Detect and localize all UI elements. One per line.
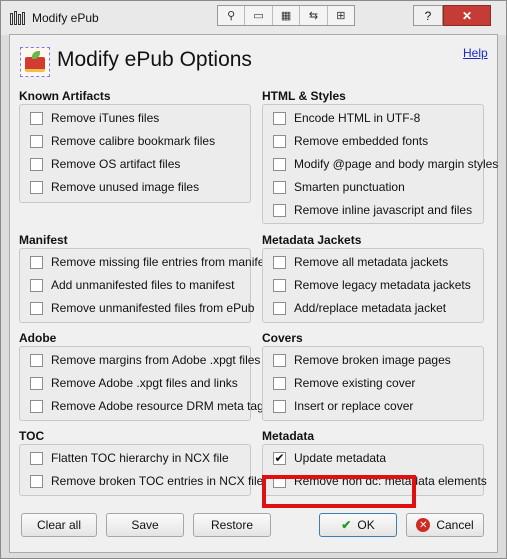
option-remove-os-artifact-files[interactable]: Remove OS artifact files — [30, 155, 180, 173]
checkbox-checked[interactable]: ✔ — [273, 451, 286, 465]
checkbox[interactable] — [30, 399, 43, 413]
checkbox[interactable] — [273, 278, 286, 292]
option-update-metadata[interactable]: ✔ Update metadata — [273, 449, 386, 467]
window-title: Modify ePub — [32, 11, 99, 25]
option-encode-html-utf8[interactable]: Encode HTML in UTF-8 — [273, 109, 420, 127]
layout-icon[interactable]: ⊞ — [328, 6, 354, 25]
section-html-styles-title: HTML & Styles — [262, 89, 346, 103]
option-remove-embedded-fonts[interactable]: Remove embedded fonts — [273, 132, 428, 150]
ok-button[interactable]: ✔ OK — [319, 513, 397, 537]
group-metadata-jackets: Remove all metadata jackets Remove legac… — [262, 248, 484, 323]
checkbox[interactable] — [30, 157, 43, 171]
window-icon[interactable]: ▭ — [245, 6, 273, 25]
group-known-artifacts: Remove iTunes files Remove calibre bookm… — [19, 104, 251, 203]
checkbox[interactable] — [30, 301, 43, 315]
checkbox[interactable] — [30, 353, 43, 367]
help-link[interactable]: Help — [463, 46, 488, 60]
option-remove-legacy-jackets[interactable]: Remove legacy metadata jackets — [273, 276, 471, 294]
option-remove-unmanifested-files[interactable]: Remove unmanifested files from ePub — [30, 299, 254, 317]
checkbox[interactable] — [273, 376, 286, 390]
option-remove-broken-toc-entries[interactable]: Remove broken TOC entries in NCX file — [30, 472, 263, 490]
page-title: Modify ePub Options — [57, 48, 252, 71]
group-manifest: Remove missing file entries from manifes… — [19, 248, 274, 323]
title-toolbar: ⚲ ▭ ▦ ⇆ ⊞ — [217, 5, 355, 26]
option-remove-unused-image-files[interactable]: Remove unused image files — [30, 178, 199, 196]
option-remove-inline-javascript[interactable]: Remove inline javascript and files — [273, 201, 472, 219]
group-covers: Remove broken image pages Remove existin… — [262, 346, 484, 421]
section-metadata-title: Metadata — [262, 429, 315, 443]
option-remove-calibre-bookmark-files[interactable]: Remove calibre bookmark files — [30, 132, 215, 150]
checkbox[interactable] — [273, 255, 286, 269]
dialog-body: Modify ePub Options Help Known Artifacts… — [9, 34, 498, 553]
section-adobe-title: Adobe — [19, 331, 57, 345]
section-metadata-jackets-title: Metadata Jackets — [262, 233, 362, 247]
group-adobe: Remove margins from Adobe .xpgt files Re… — [19, 346, 270, 421]
option-remove-all-jackets[interactable]: Remove all metadata jackets — [273, 253, 448, 271]
option-smarten-punctuation[interactable]: Smarten punctuation — [273, 178, 405, 196]
cancel-button[interactable]: ✕ Cancel — [406, 513, 484, 537]
option-insert-replace-cover[interactable]: Insert or replace cover — [273, 397, 413, 415]
option-add-replace-jacket[interactable]: Add/replace metadata jacket — [273, 299, 446, 317]
option-remove-xpgt-margins[interactable]: Remove margins from Adobe .xpgt files — [30, 351, 260, 369]
checkbox[interactable] — [273, 157, 286, 171]
checkbox[interactable] — [273, 399, 286, 413]
help-button[interactable]: ? — [413, 5, 443, 26]
option-flatten-toc[interactable]: Flatten TOC hierarchy in NCX file — [30, 449, 229, 467]
checkbox[interactable] — [273, 180, 286, 194]
option-remove-drm-meta-tags[interactable]: Remove Adobe resource DRM meta tags — [30, 397, 270, 415]
section-known-artifacts-title: Known Artifacts — [19, 89, 111, 103]
clear-all-button[interactable]: Clear all — [21, 513, 97, 537]
checkbox[interactable] — [273, 111, 286, 125]
close-button[interactable]: ✕ — [443, 5, 491, 26]
checkbox[interactable] — [273, 203, 286, 217]
wrench-icon[interactable]: ⚲ — [218, 6, 246, 25]
modify-epub-window: Modify ePub ⚲ ▭ ▦ ⇆ ⊞ ? ✕ Modify ePub Op… — [0, 0, 507, 559]
checkbox[interactable] — [273, 353, 286, 367]
save-button[interactable]: Save — [106, 513, 184, 537]
group-html-styles: Encode HTML in UTF-8 Remove embedded fon… — [262, 104, 498, 224]
checkbox[interactable] — [30, 134, 43, 148]
option-remove-xpgt-files[interactable]: Remove Adobe .xpgt files and links — [30, 374, 238, 392]
check-icon: ✔ — [341, 518, 352, 532]
restore-button[interactable]: Restore — [193, 513, 271, 537]
option-remove-existing-cover[interactable]: Remove existing cover — [273, 374, 415, 392]
checkbox[interactable] — [30, 474, 43, 488]
checkbox[interactable] — [273, 301, 286, 315]
grid-icon[interactable]: ▦ — [273, 6, 301, 25]
option-remove-itunes-files[interactable]: Remove iTunes files — [30, 109, 159, 127]
option-remove-missing-manifest-entries[interactable]: Remove missing file entries from manifes… — [30, 253, 274, 271]
cancel-icon: ✕ — [416, 518, 431, 532]
title-bar: Modify ePub ⚲ ▭ ▦ ⇆ ⊞ ? ✕ — [1, 1, 506, 35]
calibre-books-icon — [10, 11, 26, 25]
highlight-box — [262, 475, 416, 508]
checkbox[interactable] — [30, 255, 43, 269]
section-manifest-title: Manifest — [19, 233, 68, 247]
group-toc: Flatten TOC hierarchy in NCX file Remove… — [19, 444, 263, 496]
checkbox[interactable] — [30, 278, 43, 292]
caption-buttons: ? ✕ — [413, 5, 491, 26]
checkbox[interactable] — [30, 451, 43, 465]
option-remove-broken-image-pages[interactable]: Remove broken image pages — [273, 351, 451, 369]
section-toc-title: TOC — [19, 429, 45, 443]
modify-epub-icon — [20, 47, 50, 77]
checkbox[interactable] — [30, 111, 43, 125]
split-icon[interactable]: ⇆ — [300, 6, 328, 25]
option-add-unmanifested-files[interactable]: Add unmanifested files to manifest — [30, 276, 234, 294]
checkbox[interactable] — [30, 180, 43, 194]
option-modify-page-margin-styles[interactable]: Modify @page and body margin styles — [273, 155, 498, 173]
checkbox[interactable] — [273, 134, 286, 148]
checkbox[interactable] — [30, 376, 43, 390]
section-covers-title: Covers — [262, 331, 303, 345]
